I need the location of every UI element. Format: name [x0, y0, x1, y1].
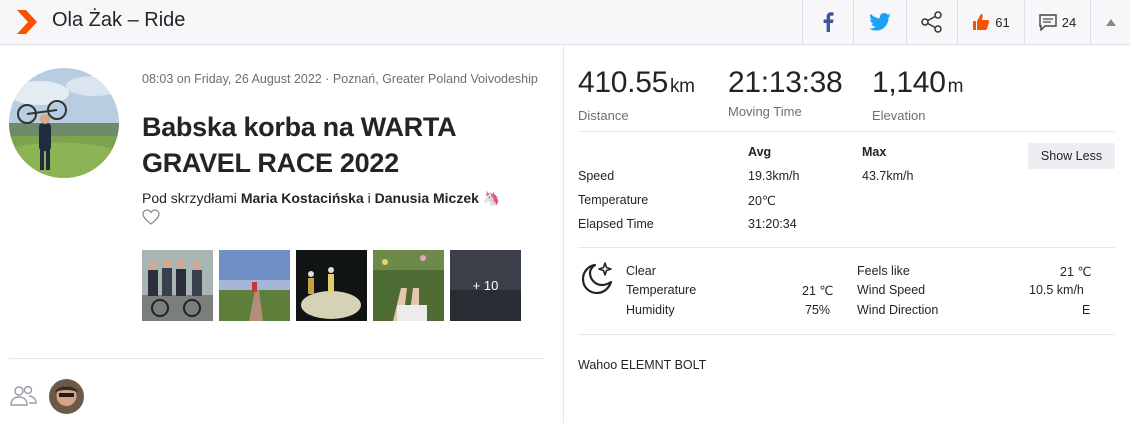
unicorn-emoji: 🦄: [478, 190, 501, 206]
twitter-icon: [869, 13, 891, 31]
column-divider: [563, 46, 564, 423]
distance-stat: 410.55 km Distance: [578, 66, 695, 123]
page-title: Ola Żak – Ride: [52, 9, 186, 31]
activity-photo-1[interactable]: [142, 250, 213, 321]
stats-divider: [578, 131, 1115, 132]
kudos-thumbs-up-icon: [973, 14, 990, 30]
section-divider: [9, 358, 544, 359]
moving-time-value: 21:13:38: [728, 66, 843, 99]
activity-title: Babska korba na WARTA GRAVEL RACE 2022: [142, 112, 456, 178]
activity-meta: 08:03 on Friday, 26 August 2022 · Poznań…: [142, 72, 538, 86]
wind-speed-value: 10.5 km/h: [1029, 283, 1084, 297]
clear-night-icon: [581, 262, 613, 295]
facebook-icon: [823, 12, 834, 32]
strava-chevron-icon: [17, 10, 37, 34]
activity-photo-4[interactable]: [373, 250, 444, 321]
speed-label: Speed: [578, 169, 615, 183]
athlete-photo: [9, 68, 119, 178]
moving-time-stat: 21:13:38 Moving Time: [728, 66, 843, 119]
humidity-value: 75%: [805, 303, 831, 317]
share-button[interactable]: [906, 0, 957, 44]
weather-divider: [578, 334, 1115, 335]
group-member-avatar[interactable]: [49, 379, 84, 414]
details-divider: [578, 247, 1115, 248]
tagged-athlete-1[interactable]: Maria Kostacińska: [241, 190, 364, 206]
wind-direction-label: Wind Direction: [857, 303, 939, 317]
tagged-athlete-2[interactable]: Danusia Miczek: [375, 190, 479, 206]
device-name: Wahoo ELEMNT BOLT: [578, 358, 707, 372]
activity-description: Pod skrzydłami Maria Kostacińska i Danus…: [142, 187, 552, 209]
temperature-label: Temperature: [578, 193, 649, 207]
photo-strip: + 10: [142, 250, 521, 321]
kudos-count: 61: [995, 14, 1010, 30]
speed-max: 43.7km/h: [862, 169, 914, 183]
comments-count: 24: [1061, 14, 1077, 30]
humidity-label: Humidity: [626, 303, 675, 317]
elevation-label: Elevation: [872, 108, 926, 123]
heart-icon: [142, 209, 160, 225]
distance-value: 410.55: [578, 66, 668, 99]
elevation-stat: 1,140 m Elevation: [872, 66, 963, 123]
group-activity-icon[interactable]: [10, 385, 37, 407]
elapsed-time-avg: 31:20:34: [748, 217, 797, 231]
elevation-unit: m: [947, 76, 964, 97]
activity-photo-3[interactable]: [296, 250, 367, 321]
weather-temperature-label: Temperature: [626, 283, 697, 297]
temperature-avg: 20℃: [748, 194, 776, 208]
weather-condition: Clear: [626, 264, 656, 278]
facebook-share-button[interactable]: [802, 0, 853, 44]
comments-button[interactable]: 24: [1024, 0, 1090, 44]
speed-avg: 19.3km/h: [748, 169, 800, 183]
avg-column-header: Avg: [748, 145, 772, 159]
feels-like-label: Feels like: [857, 264, 910, 278]
more-photos-count: + 10: [472, 278, 499, 293]
activity-header: Ola Żak – Ride 61 24: [0, 0, 1130, 45]
activity-photo-2[interactable]: [219, 250, 290, 321]
share-icon: [921, 11, 942, 33]
show-less-button[interactable]: Show Less: [1028, 143, 1115, 169]
description-text: i: [363, 190, 375, 206]
twitter-share-button[interactable]: [853, 0, 906, 44]
comment-icon: [1039, 13, 1057, 31]
kudos-button[interactable]: 61: [957, 0, 1024, 44]
feels-like-value: 21 ℃: [1060, 265, 1092, 279]
distance-label: Distance: [578, 108, 629, 123]
distance-unit: km: [669, 76, 695, 97]
athlete-avatar[interactable]: [9, 68, 119, 178]
description-text: Pod skrzydłami: [142, 190, 241, 206]
collapse-button[interactable]: [1090, 0, 1130, 44]
caret-up-icon: [1105, 18, 1116, 26]
wind-speed-label: Wind Speed: [857, 283, 926, 297]
elevation-value: 1,140: [872, 66, 946, 99]
max-column-header: Max: [862, 145, 887, 159]
wind-direction-value: E: [1082, 303, 1091, 317]
moving-time-label: Moving Time: [728, 104, 802, 119]
weather-temperature-value: 21 ℃: [802, 284, 834, 298]
more-photos-button[interactable]: + 10: [450, 250, 521, 321]
elapsed-time-label: Elapsed Time: [578, 217, 654, 231]
